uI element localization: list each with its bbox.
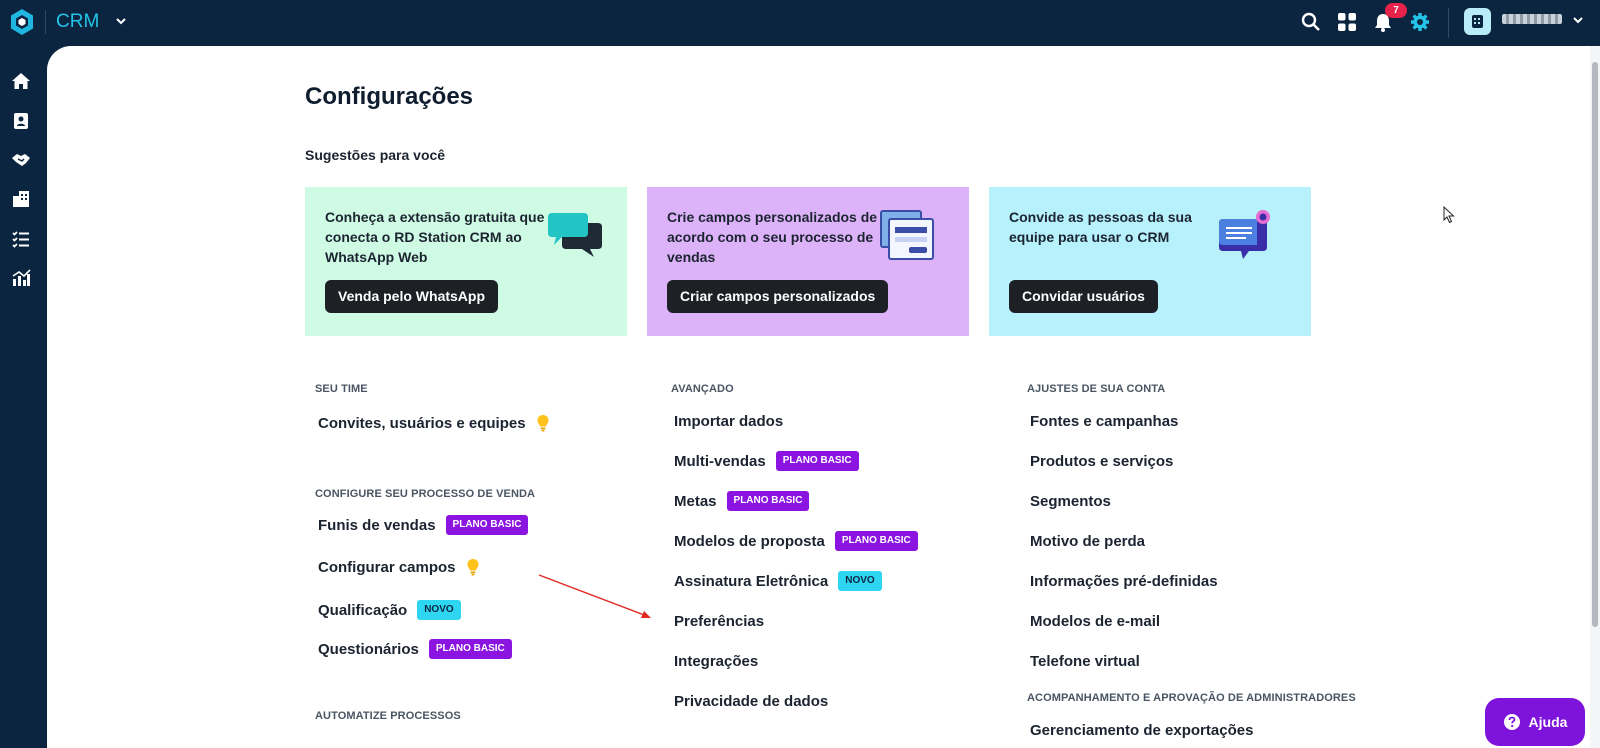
scrollbar-thumb[interactable]: [1592, 62, 1598, 627]
invite-users-button[interactable]: Convidar usuários: [1009, 280, 1158, 313]
menu-label[interactable]: Modelos de e-mail: [1030, 613, 1160, 630]
menu-label[interactable]: Gerenciamento de exportações: [1030, 722, 1253, 739]
custom-fields-icon: [880, 210, 934, 260]
gear-icon[interactable]: [1409, 11, 1431, 33]
logo-icon[interactable]: [10, 8, 34, 36]
plan-basic-badge: PLANO BASIC: [834, 531, 918, 551]
topbar-divider: [1448, 8, 1449, 38]
chevron-down-icon[interactable]: [113, 13, 129, 29]
menu-item-assinatura-eletronica[interactable]: Assinatura Eletrônica NOVO: [674, 570, 882, 592]
menu-item-questionarios[interactable]: Questionários PLANO BASIC: [318, 638, 512, 660]
card-text: Conheça a extensão gratuita que conecta …: [325, 209, 545, 265]
suggestions-title: Sugestões para você: [305, 147, 446, 163]
menu-item-modelos-email[interactable]: Modelos de e-mail: [1030, 610, 1160, 632]
new-badge: NOVO: [417, 600, 461, 620]
menu-label[interactable]: Questionários: [318, 641, 419, 658]
menu-label[interactable]: Informações pré-definidas: [1030, 573, 1218, 590]
lightbulb-icon: [467, 559, 479, 576]
home-icon[interactable]: [10, 70, 32, 92]
card-text: Crie campos personalizados de acordo com…: [667, 209, 878, 265]
suggestion-card-whatsapp: Conheça a extensão gratuita que conecta …: [305, 187, 627, 336]
page-title: Configurações: [305, 83, 474, 110]
menu-label[interactable]: Telefone virtual: [1030, 653, 1140, 670]
menu-label[interactable]: Privacidade de dados: [674, 693, 828, 710]
annotation-arrow: [538, 574, 651, 618]
menu-item-telefone-virtual[interactable]: Telefone virtual: [1030, 650, 1140, 672]
menu-item-preferencias[interactable]: Preferências: [674, 610, 764, 632]
menu-label[interactable]: Funis de vendas: [318, 517, 436, 534]
question-circle-icon: [1503, 714, 1520, 730]
menu-item-integracoes[interactable]: Integrações: [674, 650, 758, 672]
help-label[interactable]: Ajuda: [1529, 714, 1568, 730]
menu-item-importar-dados[interactable]: Importar dados: [674, 410, 783, 432]
app-name[interactable]: CRM: [56, 11, 99, 33]
plan-basic-badge: PLANO BASIC: [428, 639, 512, 659]
chevron-down-icon[interactable]: [1570, 12, 1586, 28]
section-title-automatize: AUTOMATIZE PROCESSOS: [315, 710, 461, 722]
menu-label[interactable]: Assinatura Eletrônica: [674, 573, 828, 590]
menu-item-modelos-proposta[interactable]: Modelos de proposta PLANO BASIC: [674, 530, 918, 552]
section-title-avancado: AVANÇADO: [671, 383, 734, 395]
section-title-seu-time: SEU TIME: [315, 383, 368, 395]
top-bar: CRM 7: [0, 0, 1600, 46]
whatsapp-sales-button[interactable]: Venda pelo WhatsApp: [325, 280, 499, 313]
menu-item-convites[interactable]: Convites, usuários e equipes: [318, 412, 550, 434]
menu-label[interactable]: Modelos de proposta: [674, 533, 825, 550]
menu-label[interactable]: Segmentos: [1030, 493, 1111, 510]
apps-grid-icon[interactable]: [1336, 11, 1358, 33]
main-content: Configurações Sugestões para você Conheç…: [47, 46, 1600, 748]
chat-bubbles-icon: [548, 213, 602, 257]
menu-label[interactable]: Multi-vendas: [674, 453, 766, 470]
suggestion-card-invite: Convide as pessoas da sua equipe para us…: [989, 187, 1311, 336]
menu-item-privacidade-dados[interactable]: Privacidade de dados: [674, 690, 828, 712]
menu-item-metas[interactable]: Metas PLANO BASIC: [674, 490, 810, 512]
section-title-acompanhamento: ACOMPANHAMENTO E APROVAÇÃO DE ADMINISTRA…: [1027, 692, 1356, 704]
mouse-cursor-icon: [1443, 206, 1455, 224]
menu-label[interactable]: Importar dados: [674, 413, 783, 430]
search-icon[interactable]: [1300, 11, 1322, 33]
help-button[interactable]: Ajuda: [1485, 698, 1585, 746]
menu-item-motivo-perda[interactable]: Motivo de perda: [1030, 530, 1145, 552]
menu-label[interactable]: Integrações: [674, 653, 758, 670]
plan-basic-badge: PLANO BASIC: [726, 491, 810, 511]
menu-label[interactable]: Fontes e campanhas: [1030, 413, 1178, 430]
menu-item-configurar-campos[interactable]: Configurar campos: [318, 556, 480, 578]
menu-item-gerenciamento-exportacoes[interactable]: Gerenciamento de exportações: [1030, 719, 1253, 741]
logo-divider: [45, 10, 46, 34]
plan-basic-badge: PLANO BASIC: [775, 451, 859, 471]
user-avatar-icon[interactable]: [1464, 8, 1491, 35]
handshake-icon[interactable]: [10, 149, 32, 171]
create-custom-fields-button[interactable]: Criar campos personalizados: [667, 280, 889, 313]
lightbulb-icon: [537, 415, 549, 432]
user-name-blurred[interactable]: [1502, 14, 1562, 24]
plan-basic-badge: PLANO BASIC: [445, 515, 529, 535]
scrollbar[interactable]: [1590, 46, 1600, 748]
menu-label[interactable]: Motivo de perda: [1030, 533, 1145, 550]
menu-item-segmentos[interactable]: Segmentos: [1030, 490, 1111, 512]
building-icon[interactable]: [10, 188, 32, 210]
menu-item-multi-vendas[interactable]: Multi-vendas PLANO BASIC: [674, 450, 859, 472]
section-title-processo-venda: CONFIGURE SEU PROCESSO DE VENDA: [315, 488, 536, 500]
menu-label[interactable]: Qualificação: [318, 602, 407, 619]
notification-count-badge: 7: [1385, 3, 1407, 18]
sidebar: [0, 46, 47, 748]
tasks-icon[interactable]: [10, 228, 32, 250]
menu-item-qualificacao[interactable]: Qualificação NOVO: [318, 599, 461, 621]
menu-label[interactable]: Metas: [674, 493, 717, 510]
contacts-icon[interactable]: [10, 110, 32, 132]
menu-item-fontes-campanhas[interactable]: Fontes e campanhas: [1030, 410, 1178, 432]
menu-label[interactable]: Configurar campos: [318, 559, 456, 576]
menu-label[interactable]: Produtos e serviços: [1030, 453, 1173, 470]
card-text: Convide as pessoas da sua equipe para us…: [1009, 209, 1192, 245]
menu-item-produtos-servicos[interactable]: Produtos e serviços: [1030, 450, 1173, 472]
chart-icon[interactable]: [10, 267, 32, 289]
new-badge: NOVO: [838, 571, 882, 591]
menu-label[interactable]: Convites, usuários e equipes: [318, 415, 526, 432]
invite-message-icon: [1219, 210, 1270, 259]
menu-item-funis-vendas[interactable]: Funis de vendas PLANO BASIC: [318, 514, 529, 536]
suggestion-card-custom-fields: Crie campos personalizados de acordo com…: [647, 187, 969, 336]
menu-item-informacoes-predefinidas[interactable]: Informações pré-definidas: [1030, 570, 1218, 592]
section-title-ajustes-conta: AJUSTES DE SUA CONTA: [1027, 383, 1166, 395]
menu-label[interactable]: Preferências: [674, 613, 764, 630]
